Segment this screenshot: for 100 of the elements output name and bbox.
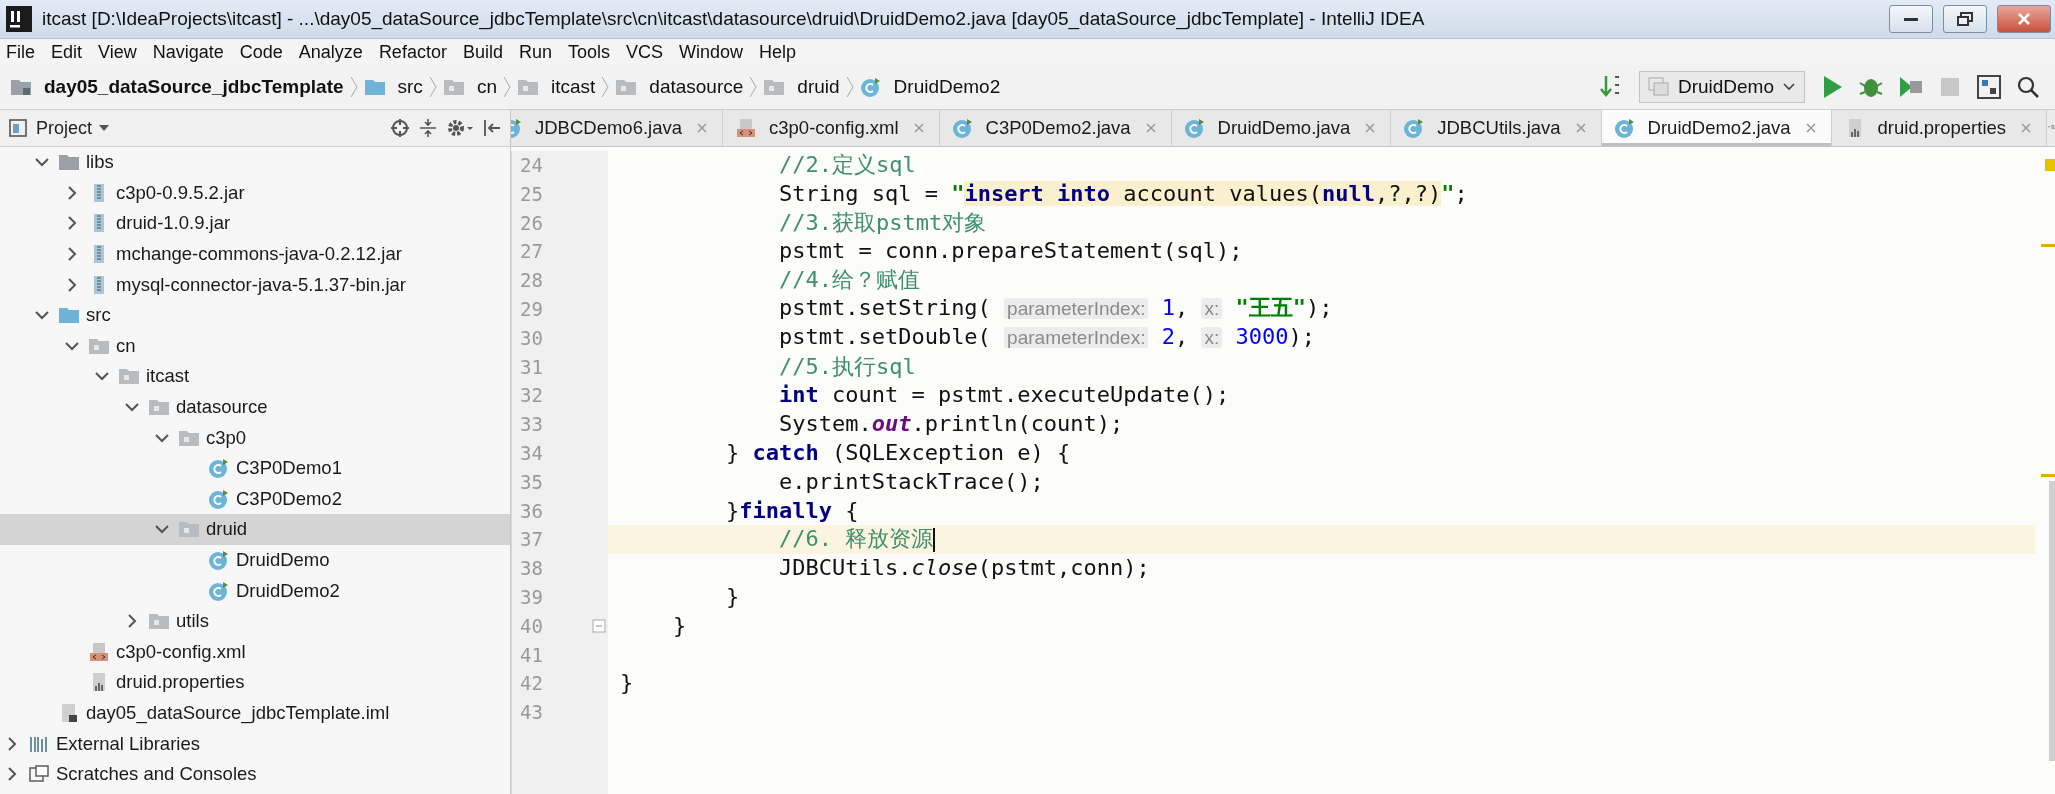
code-line: pstmt.setString( parameterIndex: 1, x: "王五"); bbox=[777, 294, 1333, 323]
menu-item[interactable]: Tools bbox=[567, 41, 610, 63]
tree-item[interactable]: itcast bbox=[0, 361, 510, 392]
tree-item[interactable]: c3p0 bbox=[0, 422, 510, 453]
tree-item[interactable]: datasource bbox=[0, 391, 510, 423]
tree-item[interactable]: cn bbox=[0, 330, 510, 362]
tree-item[interactable]: Scratches and Consoles bbox=[0, 758, 510, 790]
code-line: pstmt.setDouble( parameterIndex: 2, x: 3000); bbox=[777, 323, 1315, 352]
menu-item[interactable]: Code bbox=[239, 41, 283, 63]
search-icon[interactable] bbox=[2016, 75, 2040, 99]
menu-item[interactable]: Analyze bbox=[298, 41, 363, 63]
menu-item[interactable]: View bbox=[98, 41, 137, 63]
line-number: 26 bbox=[520, 210, 543, 236]
tree-item-label: mchange-commons-java-0.2.12.jar bbox=[116, 243, 402, 266]
breadcrumb-item[interactable]: day05_dataSource_jdbcTemplate bbox=[10, 76, 344, 98]
tree-item-label: itcast bbox=[146, 365, 190, 388]
breadcrumb-item[interactable]: datasource bbox=[615, 76, 744, 98]
line-number: 28 bbox=[520, 268, 543, 294]
minimize-icon bbox=[1904, 16, 1918, 22]
class-icon bbox=[951, 117, 974, 139]
tree-item[interactable]: c3p0-0.9.5.2.jar bbox=[0, 177, 510, 209]
tree-item-label: Scratches and Consoles bbox=[56, 763, 257, 786]
code-line: }finally { bbox=[724, 496, 859, 525]
menu-item[interactable]: Refactor bbox=[378, 41, 447, 63]
restore-icon bbox=[1957, 12, 1973, 26]
editor-tab[interactable]: druid.properties bbox=[1831, 110, 2048, 146]
text-caret bbox=[933, 527, 936, 552]
menu-item[interactable]: Run bbox=[518, 41, 552, 63]
code-line: //6. 释放资源 bbox=[777, 525, 934, 554]
tree-item[interactable]: day05_dataSource_jdbcTemplate.iml bbox=[0, 697, 510, 729]
breadcrumb-item[interactable]: cn bbox=[442, 76, 497, 98]
project-structure-icon[interactable] bbox=[1976, 74, 2002, 100]
tree-item[interactable]: C3P0Demo1 bbox=[0, 452, 510, 484]
line-number: 42 bbox=[520, 671, 543, 697]
tree-item-label: DruidDemo bbox=[236, 549, 330, 571]
close-window-button[interactable] bbox=[1997, 5, 2051, 33]
xml-file-icon bbox=[88, 640, 110, 663]
code-line: //2.定义sql bbox=[777, 151, 916, 179]
breadcrumb-item[interactable]: itcast bbox=[516, 76, 596, 98]
line-number: 43 bbox=[520, 700, 543, 726]
tree-item-label: c3p0 bbox=[206, 426, 247, 449]
tree-item-label: src bbox=[86, 304, 111, 327]
caret-icon bbox=[98, 124, 111, 132]
editor-tab[interactable]: JDBCUtils.java bbox=[1391, 110, 1602, 146]
tree-item-label: datasource bbox=[176, 396, 268, 419]
tree-item[interactable]: External Libraries bbox=[0, 728, 510, 759]
editor-tab[interactable]: DruidDemo2.java bbox=[1601, 110, 1832, 146]
locate-icon[interactable] bbox=[390, 118, 410, 138]
tree-item-label: cn bbox=[116, 334, 136, 357]
line-number: 30 bbox=[520, 325, 543, 351]
tree-item-label: c3p0-0.9.5.2.jar bbox=[116, 181, 245, 204]
menu-item[interactable]: Build bbox=[462, 41, 503, 63]
code-line: System.out.println(count); bbox=[777, 410, 1124, 439]
tree-item[interactable]: utils bbox=[0, 605, 510, 637]
tree-item[interactable]: c3p0-config.xml bbox=[0, 636, 510, 668]
tree-item[interactable]: druid-1.0.9.jar bbox=[0, 208, 510, 239]
coverage-icon[interactable] bbox=[1898, 74, 1924, 100]
menu-item[interactable]: Edit bbox=[51, 41, 83, 63]
line-number: 39 bbox=[520, 584, 543, 610]
tree-item[interactable]: druid.properties bbox=[0, 667, 510, 698]
menu-item[interactable]: VCS bbox=[626, 41, 663, 63]
restore-button[interactable] bbox=[1943, 5, 1987, 33]
menu-item[interactable]: File bbox=[6, 41, 35, 63]
tree-item[interactable]: DruidDemo2 bbox=[0, 575, 510, 606]
class-icon bbox=[859, 76, 882, 98]
class-icon bbox=[208, 487, 230, 510]
editor-tab[interactable]: C3P0Demo2.java bbox=[939, 110, 1172, 146]
editor-tab[interactable]: JDBCDemo6.java bbox=[511, 110, 724, 146]
minimize-button[interactable] bbox=[1889, 5, 1933, 33]
editor-tab[interactable]: DruidDemo.java bbox=[1171, 110, 1392, 146]
menu-item[interactable]: Window bbox=[679, 41, 744, 63]
run-configuration-dropdown[interactable]: DruidDemo bbox=[1638, 71, 1805, 103]
code-line: } bbox=[724, 582, 740, 611]
tree-item[interactable]: mchange-commons-java-0.2.12.jar bbox=[0, 238, 510, 270]
breadcrumb-item[interactable]: DruidDemo2 bbox=[859, 76, 1001, 98]
tree-item-label: mysql-connector-java-5.1.37-bin.jar bbox=[116, 273, 406, 296]
menu-item[interactable]: Navigate bbox=[152, 41, 224, 63]
tree-item-label: day05_dataSource_jdbcTemplate.iml bbox=[86, 702, 390, 724]
tree-item-label: External Libraries bbox=[56, 732, 200, 755]
menu-item[interactable]: Help bbox=[759, 41, 797, 63]
line-number: 40 bbox=[520, 613, 543, 639]
breadcrumb-item[interactable]: druid bbox=[763, 76, 840, 98]
editor-tab[interactable]: c3p0-config.xml bbox=[723, 110, 940, 146]
tree-item[interactable]: mysql-connector-java-5.1.37-bin.jar bbox=[0, 269, 510, 300]
tree-item-label: DruidDemo2 bbox=[236, 579, 340, 602]
tree-item[interactable]: src bbox=[0, 299, 510, 331]
tree-item[interactable]: C3P0Demo2 bbox=[0, 483, 510, 515]
breadcrumb-item[interactable]: src bbox=[363, 76, 423, 98]
project-view-selector[interactable]: Project bbox=[36, 117, 111, 139]
class-icon bbox=[1613, 117, 1636, 139]
hide-panel-icon[interactable] bbox=[482, 118, 502, 138]
code-line: } catch (SQLException e) { bbox=[724, 438, 1071, 467]
tree-item[interactable]: DruidDemo bbox=[0, 544, 510, 576]
tree-item[interactable]: libs bbox=[0, 147, 510, 178]
breadcrumb-separator-icon bbox=[428, 76, 437, 98]
gear-icon[interactable] bbox=[446, 118, 474, 138]
code-line: //5.执行sql bbox=[777, 352, 916, 381]
tree-item[interactable]: druid bbox=[0, 514, 510, 545]
collapse-all-icon[interactable] bbox=[418, 118, 438, 138]
close-icon[interactable] bbox=[1804, 122, 1817, 134]
